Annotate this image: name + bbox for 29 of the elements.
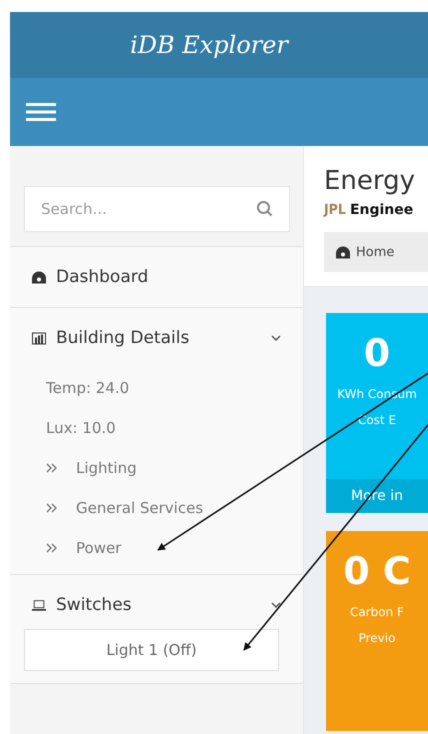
logo-mark: JPL bbox=[324, 202, 346, 218]
stat-value: 0 bbox=[364, 331, 390, 375]
search-field[interactable]: Search... bbox=[24, 186, 290, 232]
app-title: iDB Explorer bbox=[130, 31, 288, 59]
submenu-link[interactable]: Lighting bbox=[76, 459, 137, 477]
submenu-link[interactable]: Power bbox=[76, 539, 122, 557]
sensor-reading: Lux: 10.0 bbox=[46, 419, 116, 437]
double-chevron-icon bbox=[46, 543, 58, 553]
double-chevron-icon bbox=[46, 503, 58, 513]
chevron-icon[interactable] bbox=[271, 601, 281, 609]
stat-value: 0 C bbox=[343, 549, 411, 593]
menu-icon[interactable] bbox=[26, 101, 56, 123]
sidebar-item[interactable]: Switches bbox=[56, 595, 261, 615]
submenu-link[interactable]: General Services bbox=[76, 499, 204, 517]
bar-chart-icon bbox=[32, 332, 46, 344]
double-chevron-icon bbox=[46, 463, 58, 473]
sidebar-item[interactable]: Building Details bbox=[56, 328, 261, 348]
sensor-reading: Temp: 24.0 bbox=[46, 379, 130, 397]
stat-label: Carbon F bbox=[350, 605, 404, 619]
stat-label: Previo bbox=[358, 631, 396, 645]
page-title: Energy bbox=[324, 166, 416, 196]
switch-button[interactable]: Light 1 (Off) bbox=[24, 629, 279, 671]
dashboard-icon bbox=[32, 270, 46, 284]
search-icon[interactable] bbox=[256, 200, 274, 218]
laptop-icon bbox=[32, 598, 46, 612]
page-subtitle: Enginee bbox=[350, 202, 414, 218]
breadcrumb-link[interactable]: Home bbox=[356, 244, 394, 260]
dashboard-icon bbox=[336, 246, 350, 258]
chevron-icon[interactable] bbox=[271, 334, 281, 342]
